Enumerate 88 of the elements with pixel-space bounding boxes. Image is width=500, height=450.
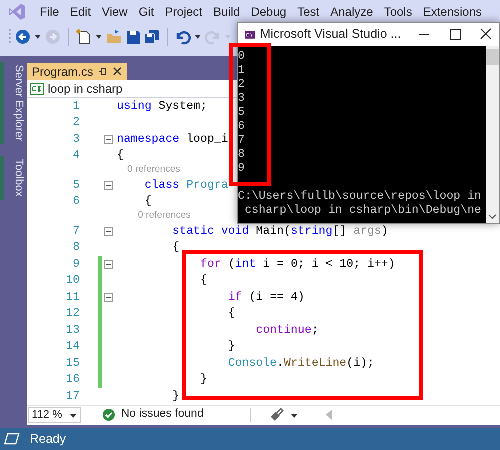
line-number: 5 [72, 178, 80, 194]
menu-item[interactable]: Debug [247, 3, 291, 21]
console-output-line: 2 [238, 78, 246, 92]
line-number: 12 [65, 306, 80, 322]
document-tab[interactable]: Program.cs [27, 63, 128, 80]
line-number: 3 [72, 132, 80, 148]
line-number: 9 [72, 256, 80, 273]
code-line: for (int i = 0; i < 10; i++) [199, 256, 396, 273]
code-line: static void Main(string[] args) [172, 224, 388, 240]
project-name[interactable]: loop in csharp [48, 80, 123, 98]
scrollbar-thumb[interactable] [486, 49, 499, 65]
menu-item[interactable]: Extensions [419, 3, 486, 21]
line-number: 13 [65, 322, 80, 339]
console-path-line: C:\Users\fullb\source\repos\loop in [238, 190, 483, 204]
collapse-icon[interactable] [104, 180, 113, 190]
collapse-icon[interactable] [104, 260, 113, 269]
code-line: continue; [255, 322, 319, 339]
line-number: 7 [72, 224, 80, 240]
line-number: 17 [65, 388, 80, 405]
save-icon[interactable] [125, 29, 141, 45]
code-line: namespace loop_i [117, 132, 228, 148]
caret-icon[interactable] [70, 412, 78, 418]
console-title: Microsoft Visual Studio ... [260, 26, 402, 44]
collapse-icon[interactable] [104, 292, 113, 302]
code-line: { [199, 273, 208, 290]
menu-item[interactable]: Project [161, 3, 207, 21]
console-output-line: 3 [238, 92, 246, 106]
code-line: { [144, 194, 152, 210]
console-output-line: 6 [238, 120, 246, 134]
console-output-line: 0 [238, 50, 246, 64]
code-line: class Progra [144, 178, 228, 194]
status-icon [4, 433, 20, 445]
csharp-file-icon [30, 82, 44, 94]
line-number: 1 [72, 98, 80, 115]
console-app-icon [245, 28, 256, 40]
code-line: } [227, 339, 236, 356]
menu-item[interactable]: Analyze [326, 3, 378, 21]
zoom-dropdown[interactable]: 112 % [28, 407, 82, 423]
line-number: 4 [72, 148, 80, 164]
code-line: { [172, 240, 180, 256]
code-line: { [227, 306, 236, 322]
console-output-line: 7 [238, 134, 246, 148]
line-number: 15 [65, 356, 80, 372]
line-number: 14 [65, 339, 80, 356]
line-number: 2 [72, 115, 80, 132]
menu-item[interactable]: Edit [66, 3, 96, 21]
issues-status[interactable]: No issues found [121, 406, 204, 424]
brush-icon[interactable] [268, 408, 285, 422]
line-number: 8 [72, 240, 80, 256]
close-icon[interactable] [478, 28, 494, 41]
menu-item[interactable]: Build [210, 3, 244, 21]
collapse-icon[interactable] [104, 134, 113, 144]
code-line: if (i == 4) [227, 290, 305, 306]
menu-item[interactable]: Tools [380, 3, 416, 21]
code-line: } [199, 372, 208, 388]
code-line: { [117, 148, 124, 164]
menu-item[interactable]: View [98, 3, 132, 21]
line-number: 11 [65, 290, 80, 306]
console-path-line: csharp\loop in csharp\bin\Debug\ne [244, 204, 483, 218]
back-icon[interactable] [15, 29, 31, 45]
folder-icon[interactable] [106, 29, 122, 45]
line-number: 6 [72, 194, 80, 210]
console-output-line: 1 [238, 64, 246, 78]
app-logo-icon [8, 3, 26, 21]
status-text: Ready [30, 430, 66, 448]
menu-item[interactable]: File [36, 3, 64, 21]
scroll-down-icon[interactable] [488, 214, 497, 220]
console-output-line: 5 [238, 106, 246, 120]
toolbar-grip-icon[interactable] [8, 28, 12, 46]
menu-item[interactable]: Git [134, 3, 158, 21]
maximize-icon[interactable] [447, 28, 464, 41]
pin-icon[interactable] [98, 66, 108, 76]
console-output-line: 9 [238, 162, 246, 176]
line-number: 16 [65, 372, 80, 388]
check-icon [103, 409, 116, 421]
collapse-icon[interactable] [104, 226, 113, 236]
new-item-icon[interactable] [76, 29, 92, 45]
code-line: using System; [117, 98, 208, 115]
caret-icon[interactable] [290, 412, 298, 418]
save-all-icon[interactable] [144, 29, 160, 45]
undo-icon[interactable] [175, 29, 191, 45]
line-number: 10 [65, 273, 80, 290]
menu-item[interactable]: Test [294, 3, 324, 21]
code-line: Console.WriteLine(i); [227, 356, 374, 372]
console-output-line: 8 [238, 148, 246, 162]
close-icon[interactable] [113, 67, 122, 76]
scrollbar[interactable] [486, 46, 499, 223]
code-line: } [172, 388, 180, 405]
